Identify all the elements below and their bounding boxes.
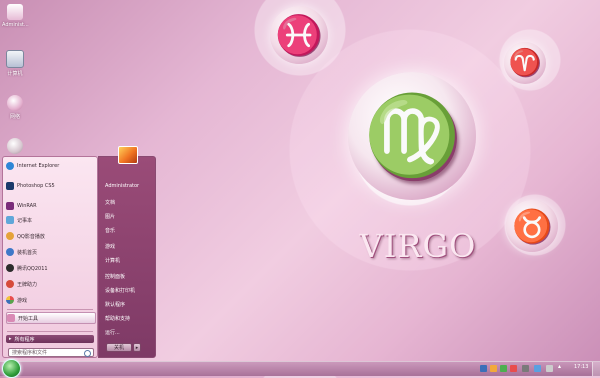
program-label: Internet Explorer [17,163,60,169]
photoshop-icon [6,182,14,190]
games-icon [6,296,14,304]
homepage-icon [6,248,14,256]
aries-emblem: ♈ [504,42,546,84]
start-menu: Internet Explorer Photoshop CS5 WinRAR 记… [2,146,156,360]
search-input[interactable]: 搜索程序和文件 [8,348,94,357]
program-item-assistant[interactable]: 王牌助力 [6,279,94,289]
desktop-icon-label: Administ... [2,22,29,28]
show-desktop-button[interactable] [592,362,600,376]
run-link[interactable]: 运行... [105,329,120,336]
ie-icon [6,162,14,170]
program-item-qq[interactable]: 腾讯QQ2011 [6,263,94,273]
program-label: QQ影音播放 [17,233,45,240]
shutdown-options-button[interactable]: ▸ [133,343,141,352]
tray-volume-icon[interactable] [546,365,553,372]
virgo-emblem: ♍ [348,72,476,200]
clock[interactable]: 17:13 [574,364,588,370]
folder-icon [7,4,23,20]
program-label: 记事本 [17,217,33,224]
user-name-link[interactable]: Administrator [105,183,139,189]
program-label: 王牌助力 [17,281,38,288]
desktop-icon-computer[interactable]: 计算机 [2,50,28,77]
music-link[interactable]: 音乐 [105,227,115,234]
tray-security-icon[interactable] [500,365,507,372]
user-picture[interactable] [118,146,138,164]
taurus-emblem: ♉ [506,200,558,252]
pictures-link[interactable]: 图片 [105,213,115,220]
qqplayer-icon [6,232,14,240]
computer-icon [6,50,24,68]
menu-separator [7,331,93,332]
search-placeholder: 搜索程序和文件 [12,350,48,356]
tray-antivirus-icon[interactable] [510,365,517,372]
all-programs-button[interactable]: ▸ 所有程序 [6,335,94,343]
program-item-ie[interactable]: Internet Explorer [6,161,94,171]
program-label: 腾讯QQ2011 [17,265,48,272]
devices-printers-link[interactable]: 设备和打印机 [105,287,135,294]
tray-network-icon[interactable] [534,365,541,372]
arrow-right-icon: ▸ [9,336,12,342]
desktop-icon-network[interactable]: 网络 [2,95,28,120]
program-label: 开始工具 [18,315,39,322]
default-programs-link[interactable]: 默认程序 [105,301,125,308]
program-label: 装机首页 [17,249,38,256]
virgo-title: VIRGO [359,227,477,265]
pisces-symbol-icon: ♓ [275,12,323,57]
menu-separator [7,309,93,310]
program-label: Photoshop CS5 [17,183,55,189]
virgo-symbol-icon: ♍ [363,90,461,181]
start-menu-places-pane: Administrator 文档 图片 音乐 游戏 计算机 控制面板 设备和打印… [98,156,156,358]
desktop-icon-administrator[interactable]: Administ... [2,4,29,28]
winrar-icon [6,202,14,210]
start-button[interactable] [2,359,21,378]
search-icon [84,350,91,357]
shutdown-button[interactable]: 关机 [106,343,132,352]
program-item-homepage[interactable]: 装机首页 [6,247,94,257]
start-menu-programs-pane: Internet Explorer Photoshop CS5 WinRAR 记… [2,156,98,358]
desktop-icon-label: 网络 [9,114,20,120]
computer-link[interactable]: 计算机 [105,257,120,264]
program-label: 游戏 [17,297,28,304]
notepad-icon [6,216,14,224]
pisces-emblem: ♓ [270,6,328,64]
tray-arrow-icon[interactable]: ▴ [558,363,565,370]
desktop-icon-label: 计算机 [7,71,23,77]
assistant-icon [6,280,14,288]
program-item-games[interactable]: 游戏 [6,295,94,305]
taurus-symbol-icon: ♉ [512,207,552,245]
program-item-winrar[interactable]: WinRAR [6,201,94,211]
help-support-link[interactable]: 帮助和支持 [105,315,130,322]
tools-icon [7,314,15,322]
qq-icon [6,264,14,272]
documents-link[interactable]: 文档 [105,199,115,206]
taskbar: ▴ 17:13 [0,359,600,378]
program-item-notepad[interactable]: 记事本 [6,215,94,225]
aries-symbol-icon: ♈ [508,48,542,78]
tray-flag-icon[interactable] [522,365,529,372]
program-label: WinRAR [17,203,37,209]
program-item-tools[interactable]: 开始工具 [6,312,96,324]
program-item-qqplayer[interactable]: QQ影音播放 [6,231,94,241]
all-programs-label: 所有程序 [14,336,35,343]
games-link[interactable]: 游戏 [105,243,115,250]
tray-keyboard-icon[interactable] [480,365,487,372]
network-icon [7,95,23,111]
tray-app-icon[interactable] [490,365,497,372]
control-panel-link[interactable]: 控制面板 [105,273,125,280]
program-item-photoshop[interactable]: Photoshop CS5 [6,181,94,191]
